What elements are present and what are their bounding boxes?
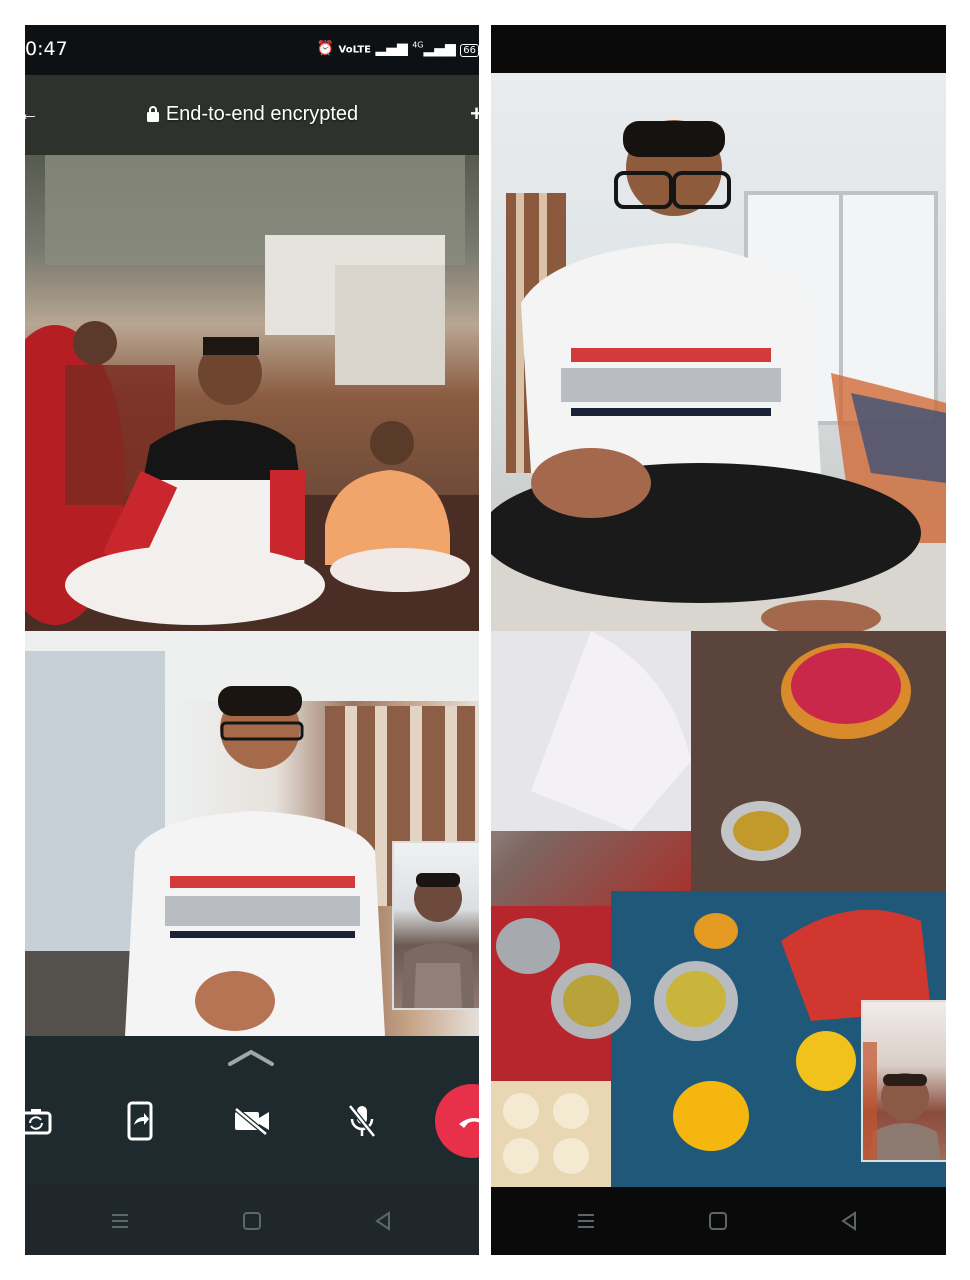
mute-icon [348, 1104, 376, 1138]
recents-icon[interactable] [574, 1209, 598, 1233]
lock-icon [146, 106, 159, 122]
status-bar-area [491, 25, 946, 73]
participant-video-feed-right[interactable] [491, 73, 946, 631]
video-toggle-button[interactable] [229, 1088, 275, 1154]
back-icon[interactable] [837, 1209, 861, 1233]
back-icon[interactable] [371, 1209, 395, 1233]
participant-video-feed[interactable]: ← End-to-end encrypted + [25, 75, 479, 631]
screen-share-icon [127, 1101, 153, 1141]
end-call-icon [459, 1118, 479, 1128]
add-participant-icon[interactable]: + [470, 101, 479, 127]
pip-video-scene-right [863, 1042, 941, 1160]
system-nav-bar [25, 1183, 479, 1255]
alarm-icon: ⏰ [316, 40, 335, 57]
status-icons: ⏰ VoLTE ▂▄▆ 4G▂▄▆ 66 [317, 40, 479, 57]
recents-icon[interactable] [108, 1209, 132, 1233]
4g-signal-icon: 4G▂▄▆ [412, 40, 456, 57]
status-bar: 0:47 ⏰ VoLTE ▂▄▆ 4G▂▄▆ 66 [25, 25, 479, 75]
switch-camera-icon [25, 1109, 52, 1135]
left-phone-screen: 0:47 ⏰ VoLTE ▂▄▆ 4G▂▄▆ 66 ← End-to-end e… [25, 25, 479, 1255]
battery-icon: 66 [460, 43, 479, 57]
status-time: 0:47 [25, 38, 68, 60]
signal-icon: ▂▄▆ [375, 40, 408, 57]
mute-button[interactable] [339, 1088, 385, 1154]
call-controls-bar [25, 1036, 479, 1183]
participant-video-scene [25, 75, 479, 631]
home-icon[interactable] [240, 1209, 264, 1233]
right-phone-screen [491, 25, 946, 1255]
chevron-up-icon[interactable] [226, 1047, 276, 1067]
encryption-label: End-to-end encrypted [25, 103, 479, 126]
end-call-button[interactable] [435, 1084, 479, 1158]
participant-video-scene-right [491, 120, 946, 631]
volte-icon: VoLTE [338, 44, 371, 56]
remote-participant-pip-right[interactable] [861, 1000, 946, 1162]
pip-video-scene [402, 873, 474, 1008]
remote-participant-pip[interactable] [392, 841, 479, 1010]
video-off-icon [234, 1107, 269, 1135]
system-nav-bar-right [491, 1187, 946, 1255]
switch-camera-button[interactable] [25, 1088, 59, 1154]
encryption-text: End-to-end encrypted [165, 103, 359, 125]
screen-share-button[interactable] [117, 1088, 163, 1154]
home-icon[interactable] [706, 1209, 730, 1233]
